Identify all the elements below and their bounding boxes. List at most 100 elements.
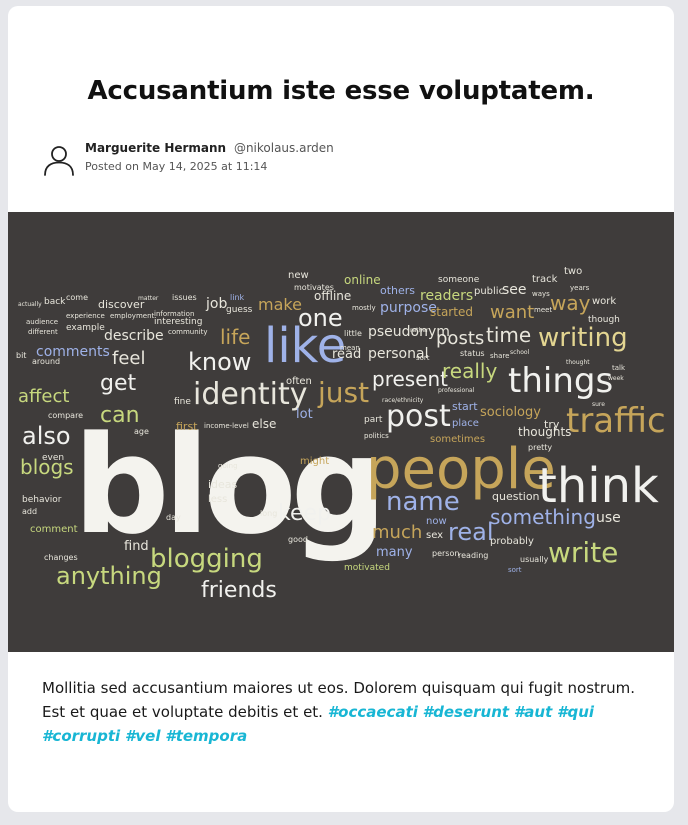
hashtag-link[interactable]: #vel — [125, 727, 161, 745]
hashtag-link[interactable]: #occaecati — [328, 703, 418, 721]
word-back: back — [44, 297, 66, 307]
word-different: different — [28, 328, 58, 336]
word-know: know — [188, 348, 251, 376]
word-make: make — [258, 295, 302, 314]
word-traffic: traffic — [566, 401, 666, 441]
word-much: much — [372, 522, 422, 543]
word-posts: posts — [436, 328, 484, 349]
word-though: though — [588, 315, 620, 325]
word-compare: compare — [48, 411, 83, 420]
word-come: come — [66, 293, 88, 302]
word-day: day — [166, 513, 181, 522]
word-time: time — [486, 323, 531, 347]
word-get: get — [100, 371, 137, 396]
word-around: around — [32, 357, 60, 366]
word-anything: anything — [56, 562, 162, 590]
word-use: use — [596, 510, 621, 526]
word-thought: thought — [566, 359, 590, 366]
word-just: just — [317, 376, 369, 409]
author-handle[interactable]: @nikolaus.arden — [234, 141, 334, 155]
word-reading: reading — [458, 551, 488, 560]
word-income-level: income-level — [204, 422, 249, 430]
word-first: first — [176, 420, 198, 433]
hashtag-link[interactable]: #deserunt — [423, 703, 509, 721]
author-block: Marguerite Hermann @nikolaus.arden Poste… — [42, 140, 462, 180]
word-often: often — [286, 376, 312, 387]
word-want: want — [490, 302, 534, 323]
word-employment: employment — [110, 312, 155, 320]
word-can: can — [100, 403, 140, 428]
word-public: public — [474, 286, 504, 297]
word-online: online — [344, 273, 381, 287]
hashtag-link[interactable]: #qui — [557, 703, 594, 721]
word-blogging: blogging — [150, 544, 263, 574]
word-talk: talk — [612, 364, 626, 372]
word-matter: matter — [138, 295, 159, 302]
post-image: blog people think like traffic things id… — [8, 212, 674, 652]
word-meet: meet — [534, 306, 552, 314]
word-less: less — [208, 494, 227, 505]
word-try: try — [544, 418, 560, 431]
word-pretty: pretty — [528, 443, 552, 452]
word-link: link — [230, 293, 245, 302]
word-sort2: sort — [508, 566, 522, 574]
word-age: age — [134, 427, 149, 436]
word-professional: professional — [438, 387, 475, 394]
word-else: else — [252, 417, 276, 431]
word-share: share — [490, 352, 509, 360]
word-issues: issues — [172, 293, 197, 302]
word-affect: affect — [18, 386, 69, 407]
word-experience: experience — [66, 312, 105, 320]
hashtag-link[interactable]: #tempora — [165, 727, 247, 745]
word-example: example — [66, 323, 105, 333]
word-new: new — [288, 270, 309, 281]
author-name[interactable]: Marguerite Hermann — [85, 141, 226, 155]
word-really: really — [442, 359, 497, 383]
word-week: week — [608, 375, 624, 382]
word-even: even — [42, 453, 64, 463]
word-present: present — [372, 367, 448, 391]
word-mean: mean — [340, 344, 360, 352]
word-now: now — [426, 516, 447, 527]
word-things: things — [508, 361, 613, 401]
word-bit: bit — [16, 351, 26, 360]
word-interesting: interesting — [154, 317, 202, 327]
word-sort: sort — [416, 354, 430, 362]
word-someone: someone — [438, 275, 480, 285]
word-sociology: sociology — [480, 405, 541, 420]
word-work: work — [592, 296, 616, 307]
word-life: life — [220, 325, 250, 349]
word-feel: feel — [112, 348, 146, 369]
hashtag-link[interactable]: #aut — [514, 703, 552, 721]
hashtag-link[interactable]: #corrupti — [42, 727, 120, 745]
post-title: Accusantium iste esse voluptatem. — [87, 76, 595, 106]
word-also: also — [22, 422, 71, 450]
word-something: something — [490, 505, 596, 529]
word-started: started — [430, 305, 473, 319]
word-cloud-image: blog people think like traffic things id… — [8, 212, 674, 652]
word-good: good — [288, 535, 308, 544]
word-find: find — [124, 539, 149, 554]
word-track: track — [532, 274, 558, 285]
word-friends: friends — [201, 578, 277, 603]
word-rather: rather — [410, 327, 429, 334]
word-motivated: motivated — [344, 563, 390, 573]
word-years: years — [570, 284, 590, 292]
word-others: others — [380, 284, 415, 297]
word-lot: lot — [296, 407, 313, 422]
word-describe: describe — [104, 328, 164, 344]
word-fine: fine — [174, 397, 191, 407]
word-writing: writing — [538, 323, 628, 353]
word-sometimes: sometimes — [430, 434, 485, 445]
word-post: post — [386, 399, 451, 434]
word-person: person — [432, 549, 459, 558]
word-ideas: ideas — [208, 478, 238, 491]
word-ways: ways — [532, 290, 550, 298]
word-long: long — [260, 509, 277, 518]
user-icon[interactable] — [42, 143, 76, 177]
word-sure: sure — [592, 401, 605, 408]
word-add: add — [22, 507, 37, 516]
word-actually: actually — [18, 301, 42, 308]
word-name: name — [386, 487, 460, 517]
word-way: way — [550, 291, 591, 315]
